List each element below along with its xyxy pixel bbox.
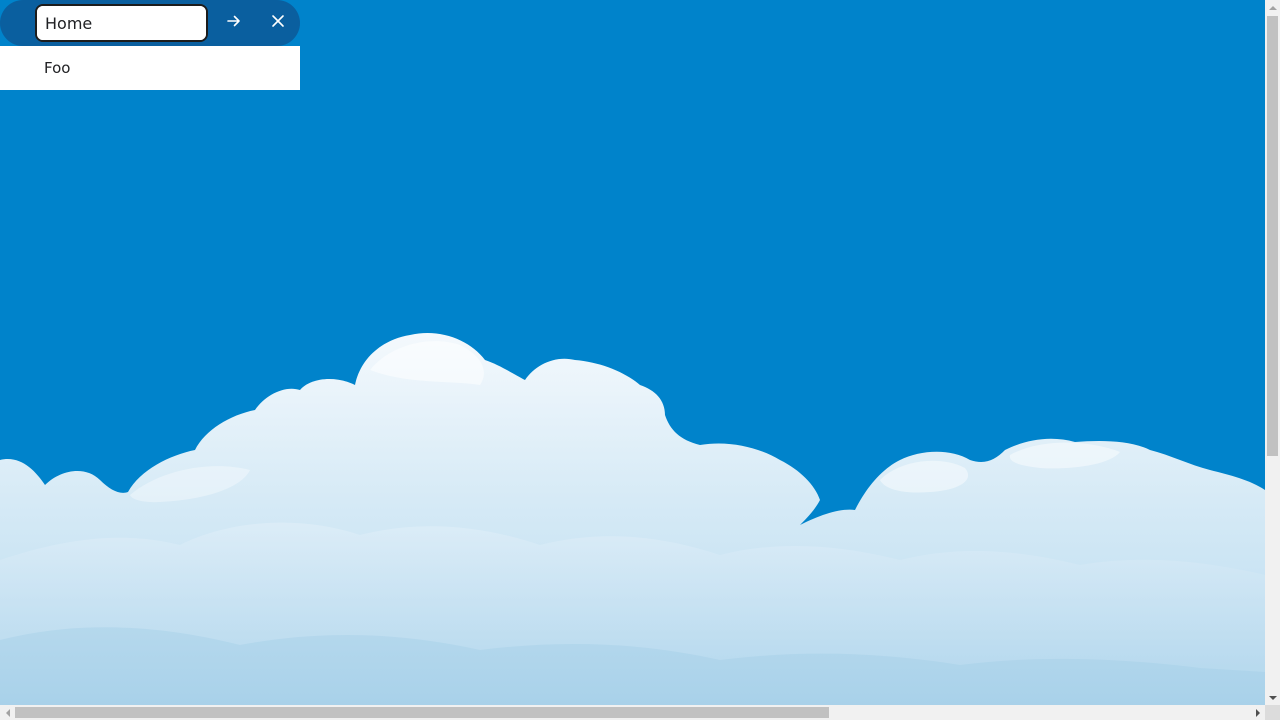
arrow-left-icon[interactable] [0, 705, 15, 720]
clouds-background [0, 332, 1265, 705]
search-input-container [35, 4, 208, 42]
search-bar [0, 0, 300, 46]
search-input[interactable] [39, 8, 204, 38]
arrow-right-icon[interactable] [1250, 705, 1265, 720]
suggestion-item[interactable]: Foo [0, 46, 300, 90]
suggestions-dropdown: Foo [0, 46, 300, 90]
vertical-scrollbar-thumb[interactable] [1267, 16, 1278, 456]
close-icon [271, 14, 285, 33]
arrow-up-icon[interactable] [1265, 0, 1280, 15]
go-button[interactable] [219, 8, 249, 38]
arrow-down-icon[interactable] [1265, 690, 1280, 705]
vertical-scrollbar[interactable] [1265, 0, 1280, 705]
page-viewport [0, 0, 1265, 705]
arrow-right-icon [226, 13, 242, 34]
horizontal-scrollbar-thumb[interactable] [15, 707, 829, 718]
close-button[interactable] [263, 8, 293, 38]
scrollbar-corner [1265, 705, 1280, 720]
horizontal-scrollbar[interactable] [0, 705, 1265, 720]
